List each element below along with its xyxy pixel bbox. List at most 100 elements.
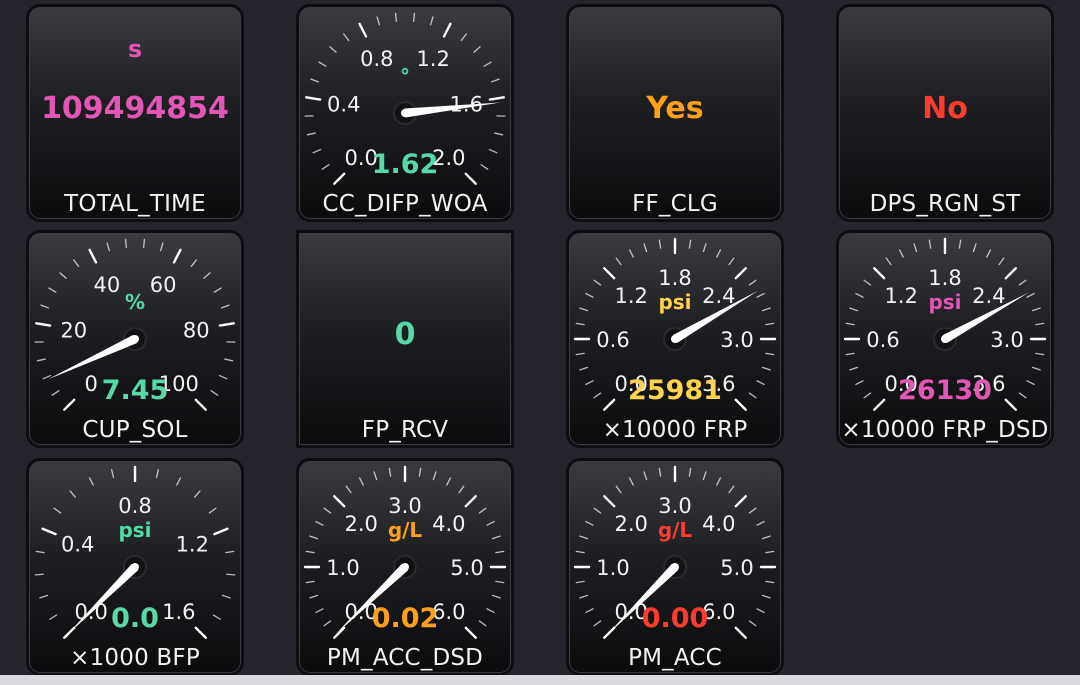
minor-tick — [575, 580, 585, 584]
minor-tick — [388, 467, 392, 477]
major-tick — [1004, 267, 1017, 280]
minor-tick — [756, 520, 765, 526]
needle-cap — [131, 563, 139, 571]
tile-label: ×10000 FRP_DSD — [841, 417, 1049, 443]
gauge-frp-dsd[interactable]: 0.0 0.6 1.2 1.8 2.4 3.0 3.6 psi 26130 ×10000 FRP… — [836, 230, 1054, 448]
minor-tick — [478, 620, 487, 627]
gauge-dial: 0.01.02.03.04.05.06.0g/L0.00 — [573, 465, 777, 639]
minor-tick — [845, 322, 855, 326]
gauge-cup-sol[interactable]: 0 20 40 60 80 100% 7.45 CUP_SOL — [26, 230, 244, 448]
minor-tick — [716, 477, 722, 486]
minor-tick — [585, 520, 594, 526]
major-tick — [734, 398, 747, 411]
minor-tick — [430, 16, 434, 26]
minor-tick — [210, 390, 219, 396]
tile-label: PM_ACC — [628, 645, 722, 671]
minor-tick — [321, 164, 330, 170]
minor-tick — [756, 292, 765, 298]
tick-label: 0.8 — [360, 47, 393, 71]
tile-label: ×1000 BFP — [70, 645, 200, 671]
major-tick — [218, 322, 235, 327]
value-readout: 109494854 — [41, 91, 229, 126]
value-readout: No — [922, 91, 968, 126]
tick-label: 20 — [60, 318, 87, 342]
value-readout: 26130 — [898, 375, 992, 406]
major-tick — [333, 626, 346, 639]
gauge-cc-difp-woa[interactable]: 0.0 0.4 0.8 1.2 1.6 2.0 ° 1.62 CC_DIFP_WOA — [296, 4, 514, 222]
minor-tick — [748, 392, 757, 399]
tick-label: 0.4 — [61, 532, 94, 556]
minor-tick — [1018, 392, 1027, 399]
gauge-frp[interactable]: 0.0 0.6 1.2 1.8 2.4 3.0 3.6 psi 25981 ×10000 FRP — [566, 230, 784, 448]
minor-tick — [748, 279, 757, 286]
minor-tick — [226, 573, 236, 576]
gauge-pm-acc-dsd[interactable]: 0.0 1.0 2.0 3.0 4.0 5.0 6.0 g/L 0.02 PM_ACC_DSD — [296, 458, 514, 676]
minor-tick — [593, 279, 602, 286]
minor-tick — [688, 239, 692, 249]
minor-tick — [761, 535, 771, 540]
minor-tick — [318, 61, 327, 67]
minor-tick — [972, 243, 977, 253]
minor-tick — [849, 366, 859, 371]
gauge-dial: 0.00.40.81.21.6psi0.0 — [34, 465, 236, 639]
minor-tick — [106, 242, 110, 252]
gauge-dial: 0.00.61.21.82.43.03.6psi25981 — [573, 237, 777, 411]
major-tick — [305, 96, 322, 101]
gauge-bfp[interactable]: 0.00.40.81.21.6psi0.0 ×1000 BFP — [26, 458, 244, 676]
tile-ff-clg[interactable]: Yes FF_CLG — [566, 4, 784, 222]
minor-tick — [863, 279, 872, 286]
minor-tick — [728, 485, 735, 494]
tick-label: 1.2 — [884, 284, 917, 308]
bottom-scrollbar-track[interactable] — [0, 675, 1080, 685]
minor-tick — [190, 259, 197, 267]
minor-tick — [213, 287, 222, 293]
major-tick — [1004, 398, 1017, 411]
minor-tick — [1035, 352, 1045, 356]
tick-label: 3.0 — [720, 328, 753, 352]
unit-label: g/L — [658, 518, 693, 542]
unit-label: psi — [928, 290, 961, 314]
gauge-dial: 0.00.40.8 1.21.62.0°1.62 — [304, 12, 506, 185]
minor-tick — [702, 243, 707, 253]
major-tick — [41, 527, 57, 536]
tick-label: 2.0 — [344, 512, 377, 536]
minor-tick — [765, 550, 775, 554]
minor-tick — [49, 614, 58, 620]
minor-tick — [1018, 279, 1027, 286]
minor-tick — [658, 239, 662, 249]
tile-label: CUP_SOL — [82, 417, 188, 443]
minor-tick — [418, 467, 422, 477]
minor-tick — [73, 259, 80, 267]
tick-label: 1.8 — [658, 266, 691, 290]
minor-tick — [305, 580, 315, 584]
unit-label: g/L — [388, 518, 423, 542]
gauge-pm-acc[interactable]: 0.01.02.03.04.05.06.0g/L0.00 PM_ACC — [566, 458, 784, 676]
value-readout: 25981 — [628, 375, 722, 406]
major-tick — [194, 398, 207, 411]
minor-tick — [579, 366, 589, 371]
minor-tick — [478, 507, 487, 514]
minor-tick — [728, 257, 735, 266]
value-readout: Yes — [646, 91, 704, 126]
tile-fp-rcv[interactable]: 0 FP_RCV — [296, 230, 514, 448]
minor-tick — [111, 469, 115, 479]
unit-label: ° — [400, 64, 410, 88]
minor-tick — [748, 620, 757, 627]
minor-tick — [1026, 380, 1035, 386]
minor-tick — [69, 490, 76, 498]
minor-tick — [310, 78, 320, 83]
tile-dps-rgn-st[interactable]: No DPS_RGN_ST — [836, 4, 1054, 222]
minor-tick — [35, 550, 45, 554]
minor-tick — [221, 594, 231, 599]
tick-label: 1.8 — [928, 266, 961, 290]
tick-label: 2.4 — [972, 284, 1005, 308]
tile-total-time[interactable]: s 109494854 TOTAL_TIME — [26, 4, 244, 222]
minor-tick — [34, 573, 44, 576]
minor-tick — [585, 380, 594, 386]
needle-cap — [941, 335, 949, 343]
needle-cap — [401, 109, 409, 117]
tick-label: 0.4 — [327, 92, 360, 116]
major-tick — [213, 527, 229, 536]
minor-tick — [329, 46, 337, 53]
minor-tick — [460, 33, 467, 41]
